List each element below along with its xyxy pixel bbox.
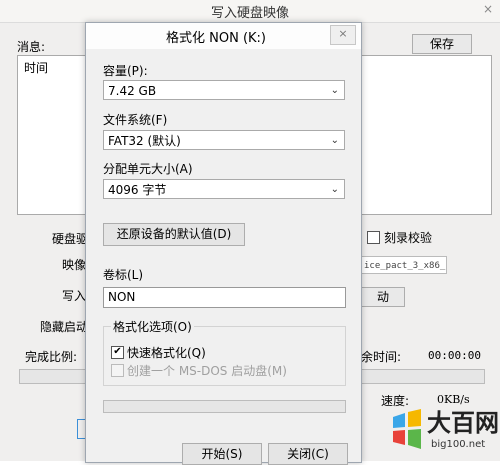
allocation-label: 分配单元大小(A): [103, 162, 193, 176]
background-progress-left: [19, 369, 87, 384]
background-window-title: 写入硬盘映像: [210, 6, 289, 21]
background-close-button[interactable]: ×: [476, 0, 500, 18]
progress-label: 完成比例:: [25, 350, 78, 364]
allocation-select[interactable]: 4096 字节 ⌄: [103, 179, 345, 199]
quick-format-label: 快速格式化(Q): [127, 346, 206, 360]
restore-defaults-button[interactable]: 还原设备的默认值(D): [103, 223, 245, 246]
allocation-value: 4096 字节: [108, 183, 167, 197]
watermark-logo: 大百网 big100.net: [385, 405, 500, 461]
capacity-label: 容量(P):: [103, 64, 148, 78]
log-column-header: 时间: [24, 61, 49, 75]
capacity-value: 7.42 GB: [108, 84, 157, 98]
background-progress-right: [360, 369, 485, 384]
chevron-down-icon: ⌄: [330, 184, 339, 195]
format-progress-bar: [103, 400, 346, 413]
brand-url: big100.net: [431, 439, 486, 450]
capacity-select[interactable]: 7.42 GB ⌄: [103, 80, 345, 100]
hide-boot-label: 隐藏启动: [40, 320, 89, 334]
filesystem-select[interactable]: FAT32 (默认) ⌄: [103, 130, 345, 150]
filesystem-value: FAT32 (默认): [108, 134, 181, 148]
remaining-time-label: 余时间:: [361, 350, 402, 364]
dialog-title: 格式化 NON (K:): [166, 31, 266, 46]
save-button[interactable]: 保存: [412, 34, 472, 54]
dialog-titlebar: 格式化 NON (K:) ×: [86, 23, 361, 49]
tile-logo-icon: [393, 409, 421, 449]
format-dialog: 格式化 NON (K:) × 容量(P): 7.42 GB ⌄ 文件系统(F) …: [85, 22, 362, 465]
disk-drive-label: 硬盘驱: [52, 232, 89, 246]
start-write-button[interactable]: 动: [361, 287, 405, 307]
brand-name: 大百网: [427, 409, 499, 437]
verify-label: 刻录校验: [384, 231, 433, 245]
close-button[interactable]: 关闭(C): [268, 443, 348, 465]
msdos-boot-checkbox[interactable]: [111, 364, 124, 377]
message-label: 消息:: [17, 40, 46, 54]
start-button[interactable]: 开始(S): [182, 443, 262, 465]
chevron-down-icon: ⌄: [330, 135, 339, 146]
dialog-close-button[interactable]: ×: [330, 25, 356, 45]
image-file-field[interactable]: ice_pact_3_x86_: [361, 256, 447, 274]
volume-label-input[interactable]: NON: [103, 287, 346, 308]
quick-format-checkbox[interactable]: ✔: [111, 346, 124, 359]
format-options-title: 格式化选项(O): [111, 318, 194, 335]
chevron-down-icon: ⌄: [330, 85, 339, 96]
msdos-boot-label: 创建一个 MS-DOS 启动盘(M): [127, 364, 287, 378]
write-mode-label: 写入: [62, 289, 87, 303]
image-file-label: 映像: [62, 258, 87, 272]
verify-checkbox[interactable]: [367, 231, 380, 244]
filesystem-label: 文件系统(F): [103, 113, 168, 127]
remaining-time-value: 00:00:00: [428, 349, 481, 362]
background-titlebar: 写入硬盘映像 ×: [0, 0, 500, 23]
volume-label-label: 卷标(L): [103, 268, 144, 282]
